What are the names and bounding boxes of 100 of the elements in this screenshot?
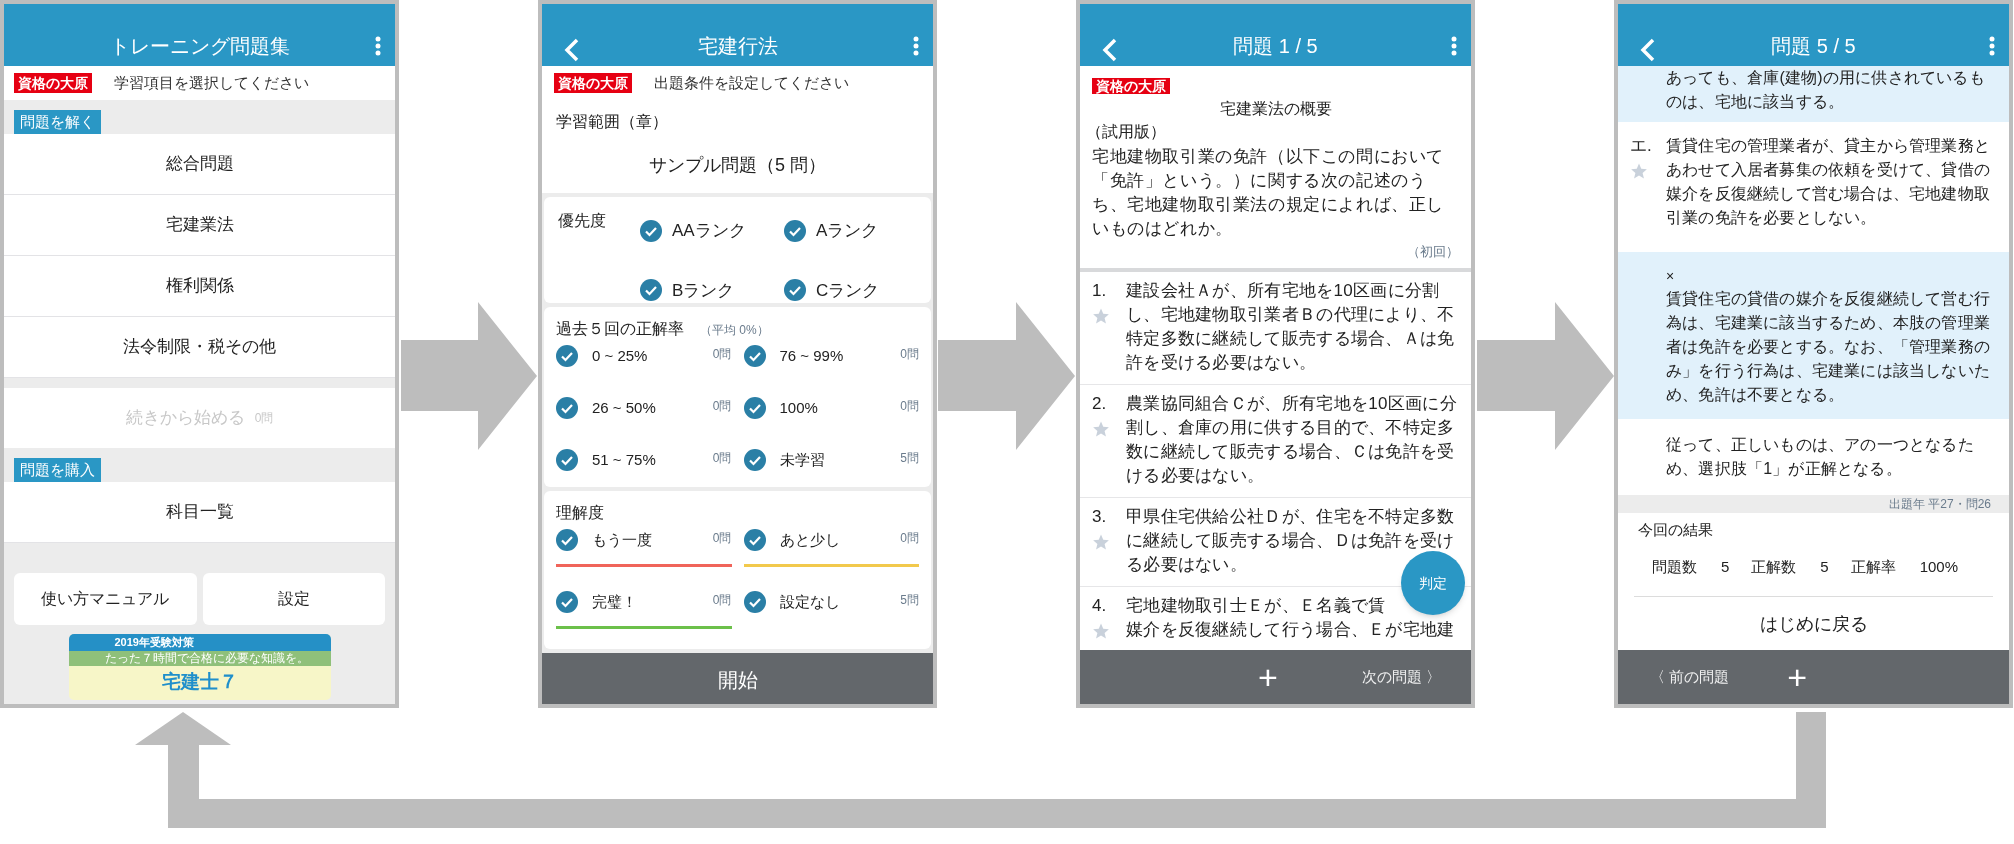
question-count: 0問 xyxy=(900,398,919,415)
question-count: 0問 xyxy=(712,450,732,467)
add-button[interactable]: + xyxy=(1787,660,1808,694)
option-label: AAランク xyxy=(672,220,746,242)
menu-button[interactable]: 設定 xyxy=(202,573,385,625)
option-label: もう一度 xyxy=(592,530,653,550)
banner-year: 2019年受験対策 xyxy=(68,634,331,651)
checkbox[interactable] xyxy=(556,449,578,472)
stat-label: 正解率 xyxy=(1850,556,1896,577)
range-value[interactable]: サンプル問題（5 問） xyxy=(542,152,933,179)
menu-button[interactable]: 使い方マニュアル xyxy=(14,573,197,625)
checkbox[interactable] xyxy=(743,397,766,420)
checkbox[interactable] xyxy=(556,345,578,368)
stat-value: 100% xyxy=(1919,556,1959,577)
explanation-text: 賃貸住宅の貸借の媒介を反復継続して営む行為は、宅建業に該当するため、本肢の管理業者は免許を必要とする。なお、「管理業務のみ」を行う行為は、宅建業には該当しないため、免許は不要となる。 xyxy=(1666,289,1991,405)
checkbox[interactable] xyxy=(556,529,578,552)
option-label: 0 ~ 25% xyxy=(592,346,649,366)
choice-text: 建設会社Ａが、所有宅地を10区画に分割し、宅地建物取引業者Ｂの代理により、不特定多数に継続して販売する場合、Ａは免許を受ける必要はない。 xyxy=(1126,279,1456,374)
result-label: 今回の結果 xyxy=(1637,520,1714,540)
menu-item[interactable]: 宅建業法 xyxy=(4,195,395,256)
question-count: 0問 xyxy=(900,530,919,547)
instruction-text: 学習項目を選択してください xyxy=(114,72,309,93)
card-title: 過去５回の正解率 xyxy=(556,319,684,339)
question-text: 宅地建物取引業の免許（以下この問において「免許」という。）に関する次の記述のうち、宅地建物取引業法の規定によれば、正しいものはどれか。 xyxy=(1092,146,1445,239)
option-label: 設定なし xyxy=(779,592,841,612)
option-label: 未学習 xyxy=(779,450,826,470)
option-label: あと少し xyxy=(779,530,841,550)
menu-icon[interactable] xyxy=(913,36,919,56)
question-count: 0問 xyxy=(712,592,732,609)
menu-item[interactable]: 法令制限・税その他 xyxy=(4,317,395,378)
stat-value: 5 xyxy=(1820,556,1829,577)
screen-title: 宅建行法 xyxy=(697,34,778,59)
topic-title: 宅建業法の概要 xyxy=(1218,99,1333,119)
promo-banner[interactable]: 2019年受験対策 たった７時間で合格に必要な知識を。 宅建士７ xyxy=(68,634,331,700)
attempt-label: （初回） xyxy=(1406,243,1459,261)
back-icon[interactable] xyxy=(564,38,580,62)
star-icon[interactable] xyxy=(1630,162,1648,180)
option-label: 76 ~ 99% xyxy=(779,346,845,366)
stat-label: 正解数 xyxy=(1751,556,1797,577)
brand-logo: 資格の大原 xyxy=(554,73,632,93)
choice-text: 宅地建物取引士Ｅが、Ｅ名義で賃 xyxy=(1126,594,1386,617)
wrong-mark: × xyxy=(1666,267,1676,286)
card-title: 優先度 xyxy=(557,211,607,231)
option-label: Cランク xyxy=(816,279,880,302)
menu-item[interactable]: 総合問題 xyxy=(4,134,395,195)
question-count: 0問 xyxy=(712,530,732,547)
instruction-text: 出題条件を設定してください xyxy=(654,72,849,93)
menu-item[interactable]: 権利関係 xyxy=(4,256,395,317)
conclusion-text: 従って、正しいものは、アの一つとなるため、選択肢「1」が正解となる。 xyxy=(1666,435,1975,479)
section-label: 問題を解く xyxy=(14,110,101,134)
option-label: Bランク xyxy=(672,279,735,302)
checkbox[interactable] xyxy=(640,279,662,302)
previous-button[interactable]: 〈 前の問題 xyxy=(1650,665,1730,689)
menu-icon[interactable] xyxy=(1451,36,1457,56)
banner-tagline: たった７時間で合格に必要な知識を。 xyxy=(68,651,331,666)
card-title: 理解度 xyxy=(556,503,604,523)
checkbox[interactable] xyxy=(743,591,766,614)
checkbox[interactable] xyxy=(743,529,766,552)
choice-number: エ. xyxy=(1630,135,1653,157)
stat-label: 問題数 xyxy=(1652,556,1697,577)
checkbox[interactable] xyxy=(640,219,662,242)
checkbox[interactable] xyxy=(743,449,766,472)
restart-button[interactable]: はじめに戻る xyxy=(1634,597,1993,650)
choice-text: 賃貸住宅の管理業者が、貸主から管理業務とあわせて入居者募集の依頼を受けて、貸借の媒介を反復継続して営む場合は、宅地建物取引業の免許を必要としない。 xyxy=(1666,136,1991,228)
choice-number: 3. xyxy=(1092,505,1108,528)
choice-row[interactable]: エ. 賃貸住宅の管理業者が、貸主から管理業務とあわせて入居者募集の依頼を受けて、貸借の媒介を反復継続して営む場合は、宅地建物取引業の免許を必要としない。 xyxy=(1618,122,2009,252)
checkbox[interactable] xyxy=(556,397,578,420)
explanation-text: あっても、倉庫(建物)の用に供されているものは、宅地に該当する。 xyxy=(1666,68,1986,112)
screen-title: 問題 1 / 5 xyxy=(1233,34,1318,59)
question-count: 0問 xyxy=(712,346,732,363)
add-button[interactable]: + xyxy=(1258,660,1278,694)
back-icon[interactable] xyxy=(1102,38,1118,62)
section-label: 問題を購入 xyxy=(14,458,101,482)
option-label: 26 ~ 50% xyxy=(592,398,657,418)
menu-item[interactable]: 科目一覧 xyxy=(4,482,395,543)
back-icon[interactable] xyxy=(1640,38,1656,62)
checkbox[interactable] xyxy=(556,591,578,614)
choice-text: 媒介を反復継続して行う場合、Ｅが宅地建 xyxy=(1126,618,1455,641)
banner-title: 宅建士７ xyxy=(160,670,239,694)
choice-number: 2. xyxy=(1092,392,1108,415)
next-button[interactable]: 次の問題 〉 xyxy=(1361,665,1441,689)
menu-icon[interactable] xyxy=(375,36,381,56)
checkbox[interactable] xyxy=(784,279,806,302)
question-count: 5問 xyxy=(900,592,919,609)
checkbox[interactable] xyxy=(784,219,806,242)
option-label: 51 ~ 75% xyxy=(592,450,657,470)
average-note: （平均 0%） xyxy=(700,322,769,339)
option-label: 100% xyxy=(779,398,819,418)
option-label: Aランク xyxy=(816,220,879,242)
screen-title: 問題 5 / 5 xyxy=(1771,34,1856,59)
brand-logo: 資格の大原 xyxy=(1092,78,1170,94)
source-label: 出題年 平27・問26 xyxy=(1888,496,1991,513)
checkbox[interactable] xyxy=(743,345,766,368)
option-label: 完璧！ xyxy=(592,592,638,612)
menu-icon[interactable] xyxy=(1989,36,1995,56)
range-label: 学習範囲（章） xyxy=(555,112,669,132)
choice-number: 1. xyxy=(1092,279,1108,302)
screen-title: トレーニング問題集 xyxy=(109,34,290,59)
start-button[interactable]: 開始 xyxy=(542,653,933,704)
stat-value: 5 xyxy=(1721,556,1730,577)
